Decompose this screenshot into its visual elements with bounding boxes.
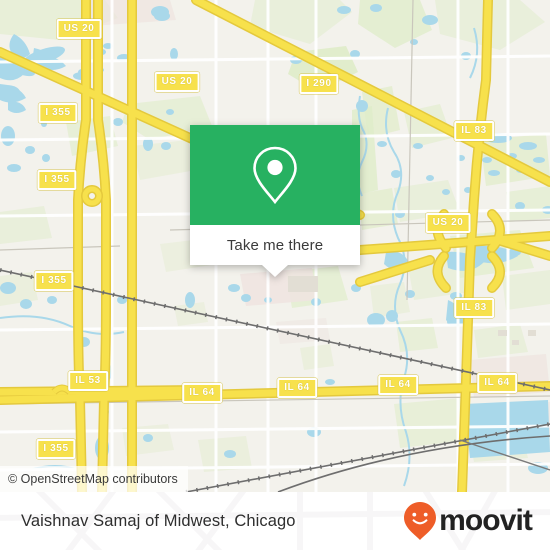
callout-pointer xyxy=(262,265,288,277)
road-shield: I 355 xyxy=(38,103,78,123)
location-pin-icon xyxy=(253,146,297,205)
road-shield: I 290 xyxy=(299,74,339,94)
map-screenshot-root: US 20 US 20 I 290 I 355 IL 83 I 355 US 20 I 355… xyxy=(0,0,550,550)
bottom-bar: Vaishnav Samaj of Midwest, Chicago moovi… xyxy=(0,492,550,550)
callout-hero-image xyxy=(190,125,360,225)
take-me-there-label[interactable]: Take me there xyxy=(227,237,323,254)
road-shield: IL 64 xyxy=(378,375,418,395)
map-attribution[interactable]: © OpenStreetMap contributors xyxy=(0,466,188,492)
moovit-brand[interactable]: moovit xyxy=(403,501,533,541)
road-shield: I 355 xyxy=(34,271,74,291)
road-shield: I 355 xyxy=(37,170,77,190)
road-shield: IL 53 xyxy=(68,371,108,391)
road-shield: IL 83 xyxy=(454,121,494,141)
moovit-wordmark: moovit xyxy=(439,504,533,537)
callout-footer[interactable]: Take me there xyxy=(190,225,360,277)
road-shield: US 20 xyxy=(425,213,471,233)
map-canvas[interactable]: US 20 US 20 I 290 I 355 IL 83 I 355 US 20 I 355… xyxy=(0,0,550,492)
road-shield: IL 64 xyxy=(277,378,317,398)
place-callout-card[interactable]: Take me there xyxy=(190,125,360,277)
place-title: Vaishnav Samaj of Midwest, Chicago xyxy=(21,511,296,530)
road-shield: IL 64 xyxy=(182,383,222,403)
road-shield: IL 83 xyxy=(454,298,494,318)
road-shield: I 355 xyxy=(36,439,76,459)
road-shield: IL 64 xyxy=(477,373,517,393)
moovit-pin-logo-icon xyxy=(404,502,437,540)
road-shield: US 20 xyxy=(56,19,102,39)
road-shield: US 20 xyxy=(154,72,200,92)
